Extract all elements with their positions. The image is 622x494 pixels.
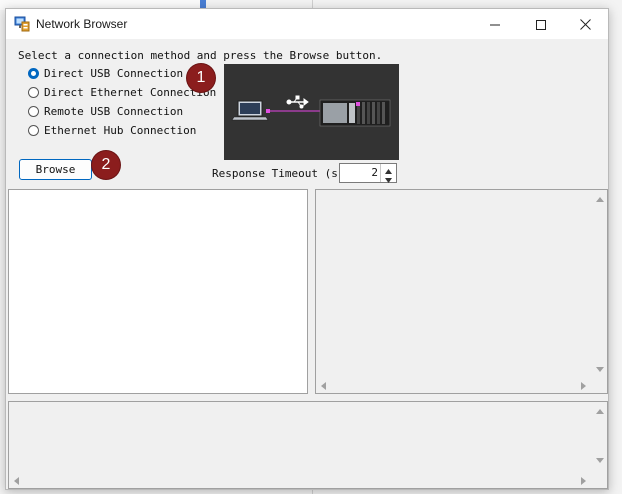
spinner-down-button[interactable]	[381, 173, 396, 183]
radio-button[interactable]	[28, 105, 39, 117]
radio-button-checked[interactable]	[28, 67, 39, 79]
scroll-down-icon[interactable]	[596, 367, 604, 372]
background-accent	[200, 0, 206, 8]
radio-remote-usb[interactable]: Remote USB Connection	[28, 103, 183, 119]
response-timeout-value[interactable]: 2	[371, 166, 378, 179]
minimize-button[interactable]	[472, 9, 518, 39]
scroll-right-icon[interactable]	[581, 382, 586, 390]
connection-preview-image	[224, 64, 399, 160]
window-title: Network Browser	[36, 17, 128, 31]
scroll-up-icon[interactable]	[596, 197, 604, 202]
instruction-text: Select a connection method and press the…	[18, 49, 383, 62]
radio-button[interactable]	[28, 124, 39, 136]
scroll-left-icon[interactable]	[321, 382, 326, 390]
device-list-pane[interactable]	[8, 189, 308, 394]
scroll-up-icon[interactable]	[596, 409, 604, 414]
radio-label: Remote USB Connection	[44, 104, 184, 118]
network-browser-window: Network Browser Select a connection meth…	[5, 8, 609, 490]
log-horizontal-scrollbar[interactable]	[9, 474, 593, 488]
scroll-right-icon[interactable]	[581, 477, 586, 485]
radio-direct-ethernet[interactable]: Direct Ethernet Connection	[28, 84, 216, 100]
device-detail-pane[interactable]	[315, 189, 608, 394]
scroll-left-icon[interactable]	[14, 477, 19, 485]
title-bar[interactable]: Network Browser	[6, 9, 608, 39]
radio-ethernet-hub[interactable]: Ethernet Hub Connection	[28, 122, 196, 138]
radio-direct-usb[interactable]: Direct USB Connection	[28, 65, 183, 81]
close-button[interactable]	[562, 9, 608, 39]
radio-label: Direct USB Connection	[44, 66, 184, 80]
log-pane[interactable]	[8, 401, 608, 489]
callout-badge-2: 2	[92, 151, 120, 179]
laptop-icon	[231, 100, 269, 121]
spinner-buttons	[380, 164, 396, 183]
radio-button[interactable]	[28, 86, 39, 98]
scroll-down-icon[interactable]	[596, 458, 604, 463]
radio-label: Ethernet Hub Connection	[44, 123, 197, 137]
browse-button[interactable]: Browse	[19, 159, 92, 180]
network-browser-app-icon	[14, 16, 30, 32]
dialog-content: Select a connection method and press the…	[6, 39, 608, 489]
detail-horizontal-scrollbar[interactable]	[316, 379, 593, 393]
usb-icon	[286, 95, 309, 109]
response-timeout-spinner[interactable]: 2	[339, 163, 397, 183]
chevron-down-icon	[385, 168, 392, 187]
callout-badge-1: 1	[187, 64, 215, 92]
detail-vertical-scrollbar[interactable]	[593, 190, 607, 379]
maximize-button[interactable]	[518, 9, 564, 39]
log-vertical-scrollbar[interactable]	[593, 402, 607, 474]
response-timeout-label: Response Timeout (s)	[212, 167, 345, 180]
plc-rack-icon	[319, 99, 391, 127]
maximize-icon	[536, 15, 546, 34]
close-icon	[579, 15, 591, 34]
minimize-icon	[490, 15, 500, 34]
